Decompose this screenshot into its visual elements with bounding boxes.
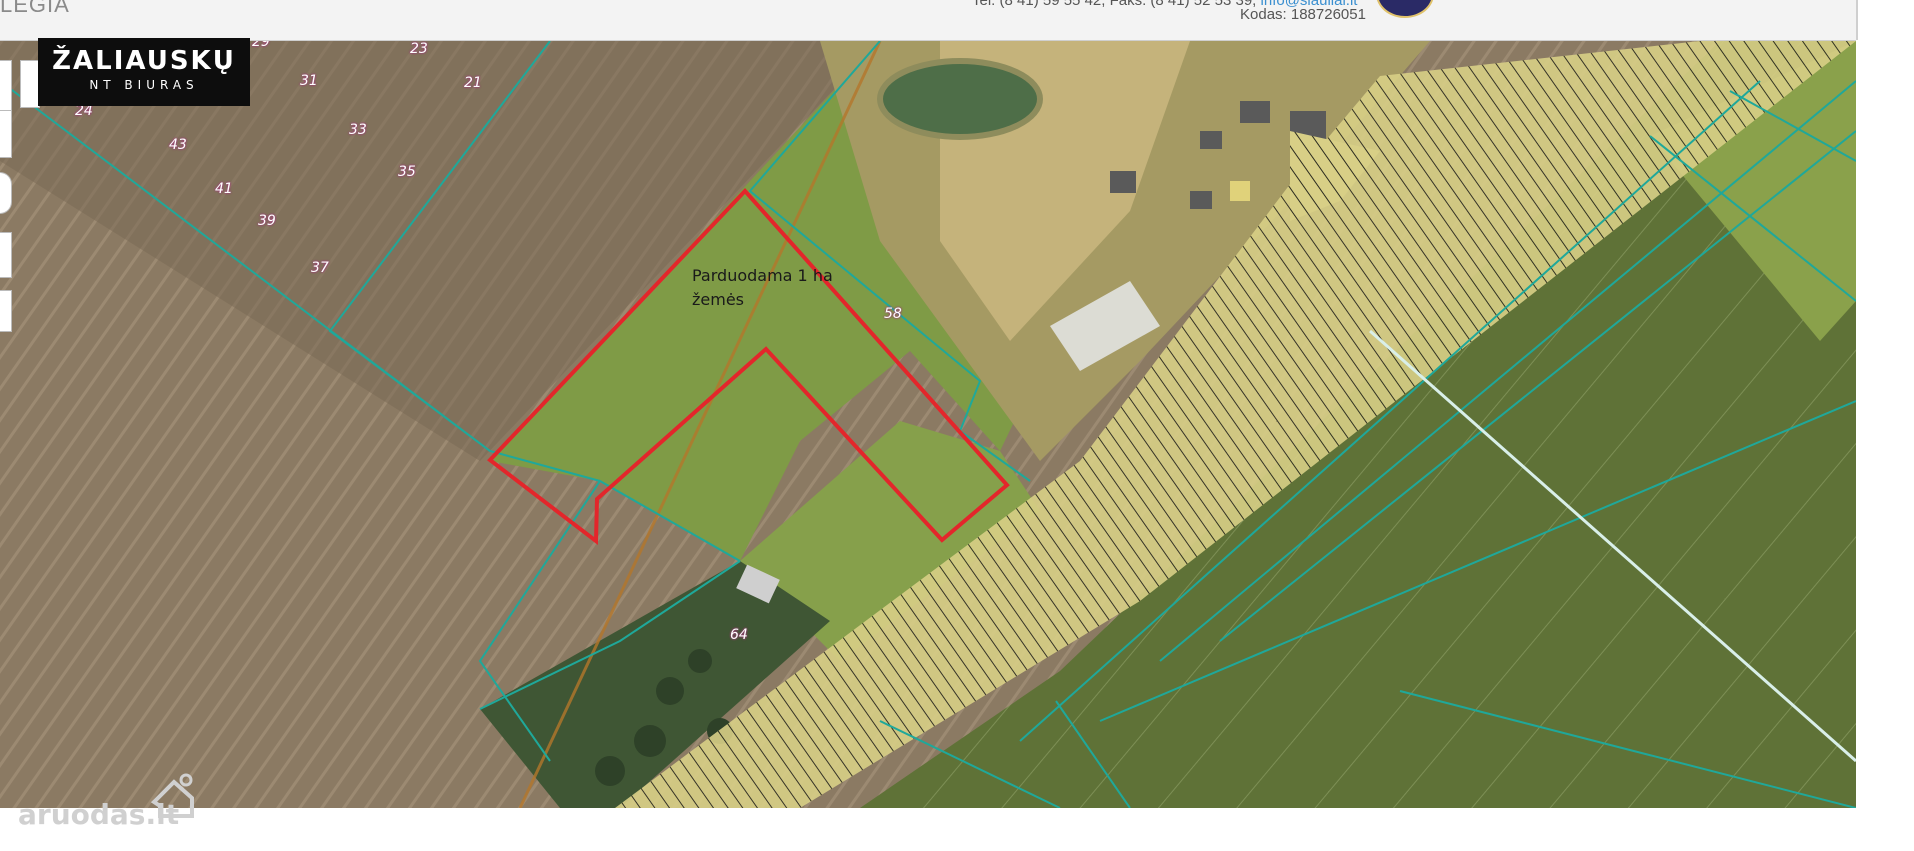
map-legend-toggle[interactable] [20,60,40,108]
watermark-house-icon [150,773,194,818]
parcel-number: 37 [311,260,329,276]
map-search-control[interactable] [0,290,12,332]
parcel-number: 35 [398,164,416,180]
parcel-number: 21 [464,75,482,91]
brand-name: ŽALIAUSKŲ [52,46,236,76]
parcel-number: 64 [730,627,748,643]
municipality-seal-icon [1376,0,1434,18]
header-divider [1856,0,1858,40]
map-layer-control[interactable] [0,110,12,158]
parcel-number: 33 [349,122,367,138]
map-canvas [0,41,1856,808]
parcel-number: 43 [169,137,187,153]
header-bar: LEGIA Tel. (8 41) 59 55 42, Faks. (8 41)… [0,0,1856,41]
parcel-number: 29 [252,41,270,50]
brand-subtitle: NT BIURAS [89,78,199,92]
map-zoom-control[interactable] [0,60,12,112]
parcel-number: 23 [410,41,428,57]
header-contact-text: Tel. (8 41) 59 55 42, Faks. (8 41) 52 53… [972,0,1261,9]
sale-label-line1: Parduodama 1 ha [692,266,833,285]
map-measure-control[interactable] [0,232,12,278]
header-company-code: Kodas: 188726051 [1240,6,1366,23]
brand-logo: ŽALIAUSKŲ NT BIURAS [38,38,250,106]
pond [877,58,1043,140]
cadastral-map[interactable]: 29 23 31 21 24 33 43 35 41 39 37 58 64 [0,41,1856,808]
parcel-number: 41 [215,181,233,197]
sale-label-line2: žemės [692,290,745,309]
map-rotate-control[interactable] [0,172,12,214]
parcel-number: 39 [258,213,276,229]
parcel-number: 31 [300,73,318,89]
header-left-text: LEGIA [0,0,70,17]
parcel-number: 58 [884,306,902,322]
sale-label: Parduodama 1 ha žemės [692,264,833,312]
